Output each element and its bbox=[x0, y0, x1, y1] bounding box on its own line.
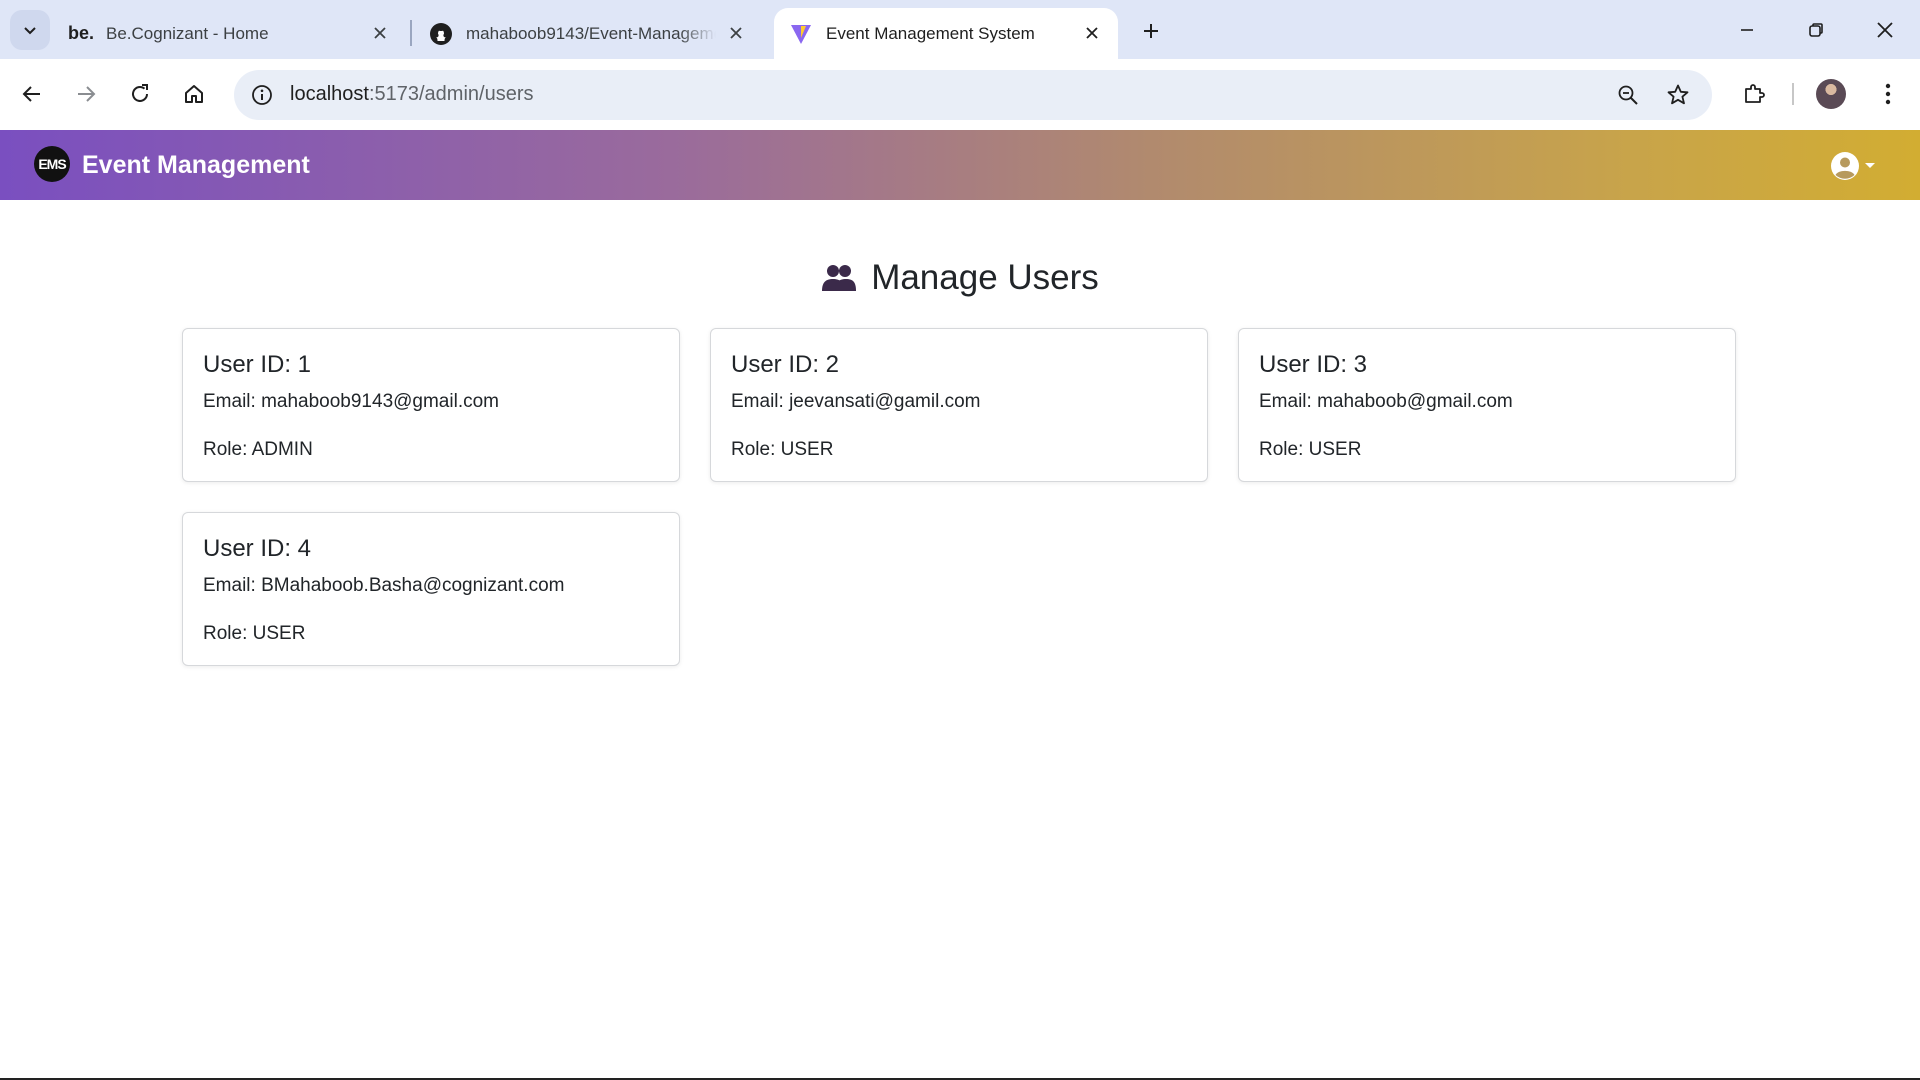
new-tab-button[interactable] bbox=[1134, 14, 1168, 48]
address-bar[interactable]: localhost:5173/admin/users bbox=[234, 70, 1712, 120]
users-icon bbox=[821, 262, 857, 294]
user-id: User ID: 3 bbox=[1259, 351, 1368, 378]
reload-icon bbox=[132, 84, 148, 102]
restore-button[interactable] bbox=[1793, 10, 1839, 50]
toolbar-divider bbox=[1792, 83, 1794, 105]
browser-menu-button[interactable] bbox=[1868, 74, 1908, 114]
url-text[interactable]: localhost:5173/admin/users bbox=[290, 83, 533, 106]
home-icon bbox=[185, 85, 203, 103]
home-button[interactable] bbox=[174, 74, 214, 114]
tab-be-cognizant[interactable]: be. Be.Cognizant - Home bbox=[56, 8, 406, 59]
user-card: User ID: 4 Email: BMahaboob.Basha@cogniz… bbox=[182, 512, 680, 666]
arrow-left-icon bbox=[22, 86, 40, 102]
user-id: User ID: 2 bbox=[731, 351, 840, 378]
minimize-button[interactable] bbox=[1724, 10, 1770, 50]
zoom-icon[interactable] bbox=[1614, 81, 1642, 109]
profile-avatar[interactable] bbox=[1816, 79, 1846, 109]
user-email: Email: mahaboob@gmail.com bbox=[1259, 391, 1513, 412]
bookmark-star-icon[interactable] bbox=[1664, 81, 1692, 109]
ems-logo[interactable]: EMS bbox=[34, 146, 70, 182]
chevron-down-icon bbox=[24, 27, 36, 35]
puzzle-icon bbox=[1745, 84, 1765, 103]
reload-button[interactable] bbox=[120, 74, 160, 114]
plus-icon bbox=[1144, 24, 1158, 38]
user-email: Email: jeevansati@gamil.com bbox=[731, 391, 981, 412]
arrow-right-icon bbox=[78, 86, 96, 102]
page-title: Manage Users bbox=[0, 258, 1920, 298]
back-button[interactable] bbox=[12, 74, 52, 114]
user-id: User ID: 4 bbox=[203, 535, 312, 562]
page-title-text: Manage Users bbox=[871, 258, 1099, 297]
brand-name[interactable]: Event Management bbox=[82, 151, 310, 180]
tab-search-button[interactable] bbox=[10, 10, 50, 50]
forward-button[interactable] bbox=[66, 74, 106, 114]
user-role: Role: USER bbox=[203, 623, 306, 644]
close-icon[interactable] bbox=[368, 21, 392, 45]
info-icon[interactable] bbox=[248, 81, 276, 109]
tab-github[interactable]: mahaboob9143/Event-Management bbox=[412, 8, 762, 59]
user-role: Role: USER bbox=[731, 439, 834, 460]
browser-tab-strip: be. Be.Cognizant - Home mahaboob9143/Eve… bbox=[0, 0, 1920, 59]
user-circle-icon bbox=[1831, 152, 1859, 180]
user-role: Role: ADMIN bbox=[203, 439, 313, 460]
caret-down-icon bbox=[1865, 163, 1875, 168]
user-role: Role: USER bbox=[1259, 439, 1362, 460]
restore-icon bbox=[1809, 23, 1823, 37]
extensions-button[interactable] bbox=[1734, 74, 1774, 114]
user-card: User ID: 3 Email: mahaboob@gmail.com Rol… bbox=[1238, 328, 1736, 482]
tab-title: mahaboob9143/Event-Management bbox=[466, 23, 716, 43]
user-menu-dropdown[interactable] bbox=[1830, 150, 1876, 182]
more-vertical-icon bbox=[1885, 83, 1891, 105]
user-email: Email: mahaboob9143@gmail.com bbox=[203, 391, 499, 412]
tab-event-management-system[interactable]: Event Management System bbox=[774, 8, 1118, 59]
tab-title: Be.Cognizant - Home bbox=[106, 23, 269, 43]
minimize-icon bbox=[1741, 29, 1753, 31]
tab-title: Event Management System bbox=[826, 23, 1035, 43]
browser-toolbar: localhost:5173/admin/users bbox=[0, 59, 1920, 131]
be-favicon-icon: be. bbox=[68, 23, 95, 43]
close-icon[interactable] bbox=[1080, 21, 1104, 45]
close-icon[interactable] bbox=[724, 21, 748, 45]
github-icon bbox=[428, 21, 454, 47]
user-id: User ID: 1 bbox=[203, 351, 312, 378]
close-icon bbox=[1877, 22, 1893, 38]
vite-icon bbox=[788, 21, 814, 47]
user-card: User ID: 1 Email: mahaboob9143@gmail.com… bbox=[182, 328, 680, 482]
app-navbar: EMS Event Management bbox=[0, 130, 1920, 200]
user-email: Email: BMahaboob.Basha@cognizant.com bbox=[203, 575, 565, 596]
close-window-button[interactable] bbox=[1862, 10, 1908, 50]
user-card: User ID: 2 Email: jeevansati@gamil.com R… bbox=[710, 328, 1208, 482]
